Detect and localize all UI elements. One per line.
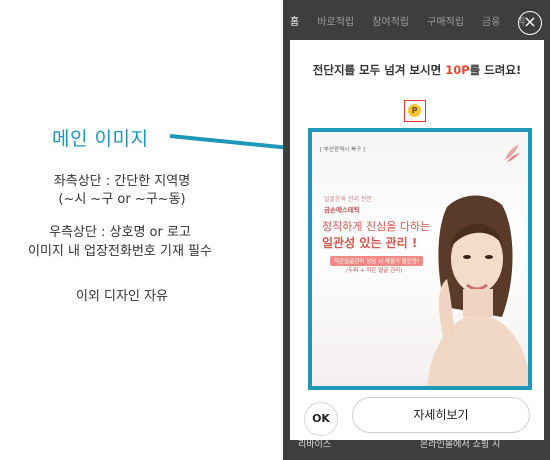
flyer-modal: 전단지를 모두 넘겨 보시면 10P를 드려요! P [ 부산광역시 북구 ] … bbox=[290, 40, 544, 440]
tab-instant-earn[interactable]: 바로적립 bbox=[317, 13, 354, 28]
tab-finance[interactable]: 금융 bbox=[482, 13, 500, 28]
annotation-line-5: 이외 디자인 자유 bbox=[76, 289, 168, 304]
model-portrait-image bbox=[427, 195, 528, 386]
ad-region-label: [ 부산광역시 북구 ] bbox=[320, 147, 365, 153]
tab-participate-earn[interactable]: 참여적립 bbox=[372, 13, 409, 28]
annotation-line-4: 이미지 내 업장전화번호 기재 필수 bbox=[28, 244, 212, 259]
tab-purchase-earn[interactable]: 구매적립 bbox=[427, 13, 464, 28]
ad-subtitle-1: 얼굴윤곽 관리 전문 bbox=[324, 196, 372, 203]
ad-promo-note: (두피 + 작은 얼굴 관리) bbox=[346, 268, 403, 274]
headline-points: 10P bbox=[445, 63, 470, 77]
modal-headline: 전단지를 모두 넘겨 보시면 10P를 드려요! bbox=[290, 62, 544, 78]
point-coin-icon: P bbox=[408, 104, 421, 117]
annotation-line-2: (~시 ~구 or ~구~동) bbox=[58, 192, 186, 207]
headline-text-pre: 전단지를 모두 넘겨 보시면 bbox=[312, 63, 446, 77]
ok-button[interactable]: OK bbox=[304, 402, 338, 436]
close-icon[interactable]: × bbox=[518, 11, 542, 35]
background-item-left: 리바이스 bbox=[298, 440, 332, 450]
background-item-right: 온라인몰에서 쇼핑 시 bbox=[420, 440, 501, 450]
main-ad-image: [ 부산광역시 북구 ] 얼굴윤곽 관리 전문 금손에스테틱 정직하게 진심을 … bbox=[312, 132, 528, 386]
tab-home[interactable]: 홈 bbox=[290, 13, 299, 28]
leaf-logo-icon bbox=[505, 144, 520, 162]
annotation-title: 메인 이미지 bbox=[52, 128, 149, 150]
top-tab-bar: 홈 바로적립 참여적립 구매적립 금융 투 bbox=[290, 10, 525, 34]
view-details-button[interactable]: 자세히보기 bbox=[352, 397, 530, 433]
ad-subtitle-2: 금손에스테틱 bbox=[324, 206, 360, 214]
ad-headline-2: 일관성 있는 관리 ! bbox=[322, 236, 418, 250]
point-coin-frame: P bbox=[404, 100, 426, 122]
annotation-line-3: 우측상단 : 상호명 or 로고 bbox=[49, 225, 191, 240]
main-image-frame[interactable]: [ 부산광역시 북구 ] 얼굴윤곽 관리 전문 금손에스테틱 정직하게 진심을 … bbox=[308, 128, 532, 390]
background-list-peek: 리바이스 온라인몰에서 쇼핑 시 bbox=[290, 440, 544, 460]
annotation-line-1: 좌측상단 : 간단한 지역명 bbox=[53, 174, 191, 189]
headline-text-post: 를 드려요! bbox=[469, 63, 522, 77]
